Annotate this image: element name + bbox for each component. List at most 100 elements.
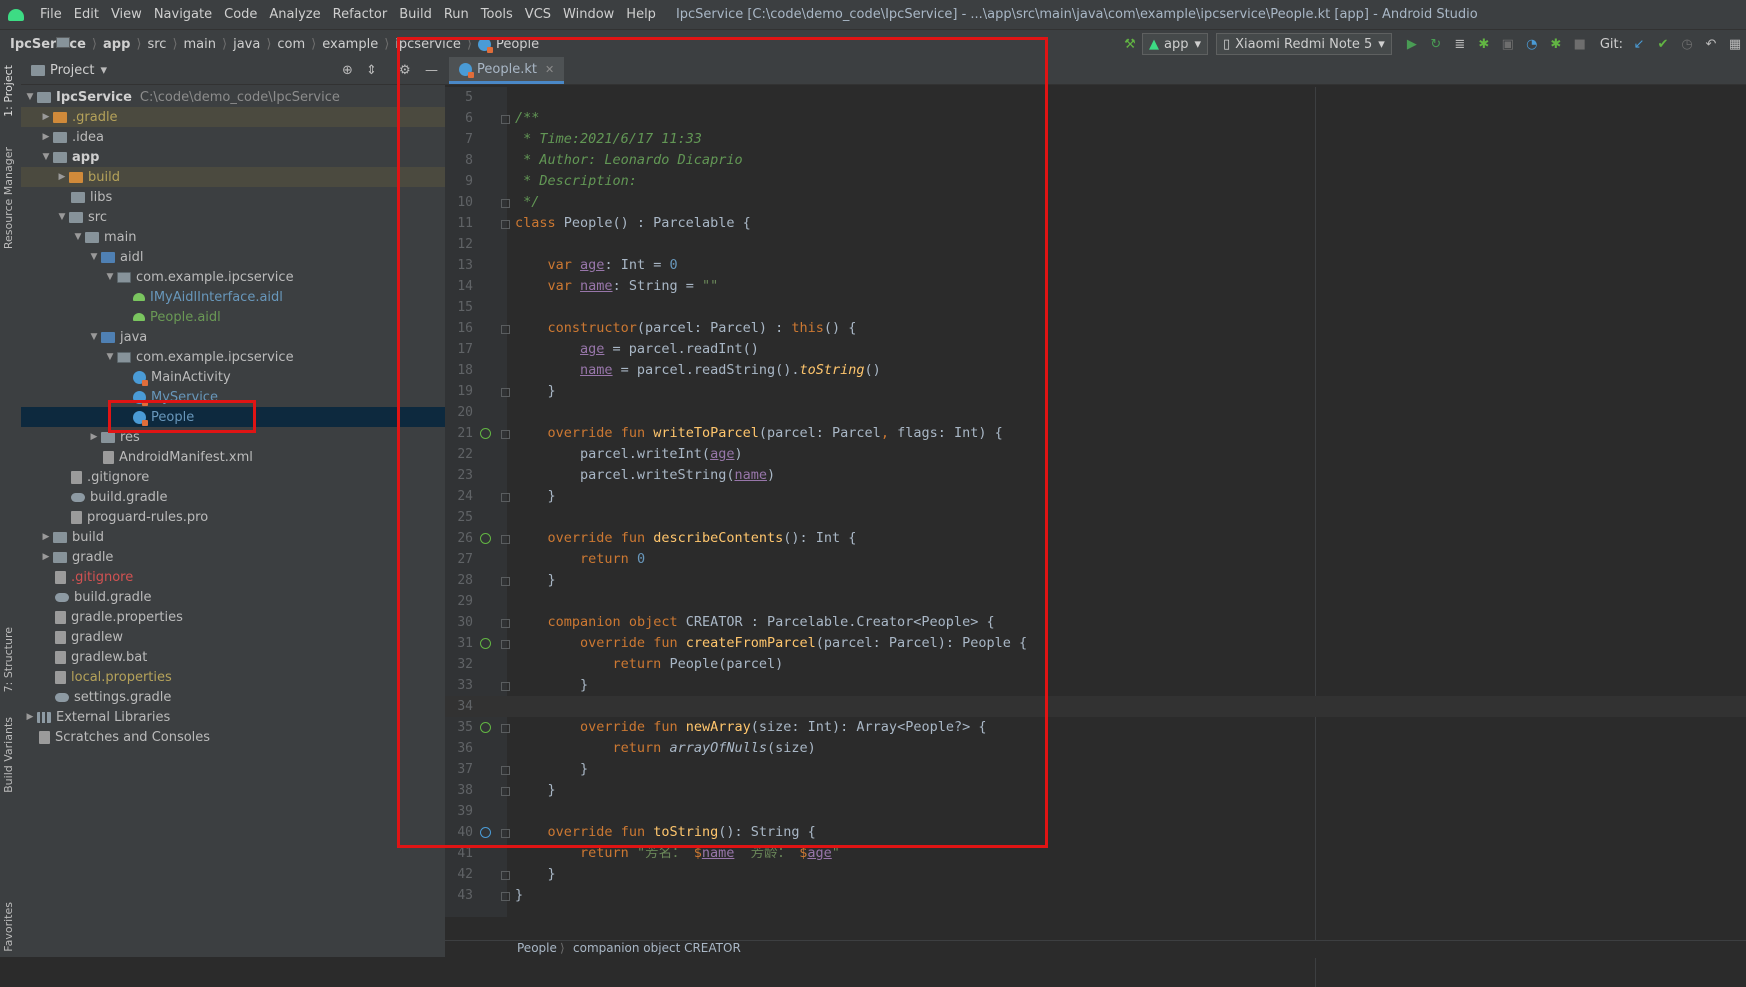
menu-code[interactable]: Code <box>218 7 263 22</box>
tab-favorites[interactable]: Favorites <box>2 902 15 952</box>
tree-item[interactable]: gradlew <box>21 627 445 647</box>
run-config-dropdown[interactable]: ▲ app ▾ <box>1141 33 1208 55</box>
tree-item[interactable]: ▼ com.example.ipcservice <box>21 347 445 367</box>
resources-folder-icon <box>101 431 115 443</box>
chevron-down-icon: ▾ <box>1378 36 1385 52</box>
kotlin-class-icon <box>133 370 148 386</box>
breadcrumb-project[interactable]: IpcService <box>6 37 90 52</box>
device-dropdown[interactable]: ▯ Xiaomi Redmi Note 5 ▾ <box>1216 33 1392 55</box>
folder-icon <box>53 551 67 563</box>
menu-analyze[interactable]: Analyze <box>263 7 326 22</box>
line-number: 43 <box>457 888 473 903</box>
menu-build[interactable]: Build <box>393 7 438 22</box>
code-text: } <box>515 866 556 882</box>
menu-navigate[interactable]: Navigate <box>148 7 218 22</box>
menu-refactor[interactable]: Refactor <box>327 7 394 22</box>
properties-file-icon <box>55 610 66 624</box>
apply-code-changes-icon[interactable]: ≣ <box>1451 35 1469 53</box>
tree-item[interactable]: MainActivity <box>21 367 445 387</box>
tree-item[interactable]: settings.gradle <box>21 687 445 707</box>
highlight-box-editor <box>397 37 1048 848</box>
folder-icon <box>101 331 115 343</box>
tree-item[interactable]: ▼ java <box>21 327 445 347</box>
breadcrumb-example[interactable]: example <box>56 37 382 52</box>
chevron-down-icon[interactable]: ▾ <box>100 63 107 78</box>
tree-item[interactable]: .gitignore <box>21 467 445 487</box>
tree-item[interactable]: ▶ gradle <box>21 547 445 567</box>
line-number: 42 <box>457 867 473 882</box>
tab-build-variants[interactable]: Build Variants <box>2 717 15 793</box>
tree-item[interactable]: proguard-rules.pro <box>21 507 445 527</box>
tree-item[interactable]: ▶ build <box>21 167 445 187</box>
tree-item[interactable]: AndroidManifest.xml <box>21 447 445 467</box>
tree-item[interactable]: libs <box>21 187 445 207</box>
tree-item[interactable]: build.gradle <box>21 587 445 607</box>
git-commit-icon[interactable]: ✔ <box>1654 35 1672 53</box>
breadcrumb-app[interactable]: app <box>56 37 134 52</box>
tree-item[interactable]: local.properties <box>21 667 445 687</box>
stop-icon[interactable]: ■ <box>1571 35 1589 53</box>
menu-window[interactable]: Window <box>557 7 620 22</box>
tree-item[interactable]: ▶ External Libraries <box>21 707 445 727</box>
breadcrumb-com[interactable]: com <box>56 37 309 52</box>
menu-tools[interactable]: Tools <box>475 7 519 22</box>
profile-icon[interactable]: ◔ <box>1523 35 1541 53</box>
tree-item[interactable]: .gitignore <box>21 567 445 587</box>
menu-vcs[interactable]: VCS <box>519 7 557 22</box>
breadcrumb-main[interactable]: main <box>56 37 220 52</box>
tree-item[interactable]: ▼ src <box>21 207 445 227</box>
tree-item[interactable]: build.gradle <box>21 487 445 507</box>
tree-item[interactable]: ▼ IpcService C:\code\demo_code\IpcService <box>21 87 445 107</box>
folder-icon <box>56 37 70 48</box>
tree-item[interactable]: ▶ .gradle <box>21 107 445 127</box>
locate-icon[interactable]: ⊕ <box>342 63 353 78</box>
project-panel-header: Project ▾ ⊕ ⇕ ⚙ — <box>21 57 445 85</box>
git-update-icon[interactable]: ↙ <box>1630 35 1648 53</box>
tree-item[interactable]: Scratches and Consoles <box>21 727 445 747</box>
hammer-icon[interactable]: ⚒ <box>1121 35 1139 53</box>
code-line[interactable]: 43} <box>445 885 1746 906</box>
tree-item[interactable]: ▶ build <box>21 527 445 547</box>
project-view-dropdown[interactable]: Project <box>50 63 94 78</box>
tree-item[interactable]: ▼ com.example.ipcservice <box>21 267 445 287</box>
run-icon[interactable]: ▶ <box>1403 35 1421 53</box>
apply-changes-icon[interactable]: ↻ <box>1427 35 1445 53</box>
tab-project[interactable]: 1: Project <box>2 65 15 117</box>
fold-marker-icon[interactable] <box>501 871 510 880</box>
tree-item[interactable]: People.aidl <box>21 307 445 327</box>
folder-icon <box>71 191 85 203</box>
menu-edit[interactable]: Edit <box>68 7 105 22</box>
tree-item[interactable]: gradle.properties <box>21 607 445 627</box>
menu-run[interactable]: Run <box>438 7 475 22</box>
tree-item[interactable]: ▼ aidl <box>21 247 445 267</box>
menu-help[interactable]: Help <box>620 7 662 22</box>
tab-resource-manager[interactable]: Resource Manager <box>2 147 15 249</box>
tree-item[interactable]: IMyAidlInterface.aidl <box>21 287 445 307</box>
tree-item[interactable]: gradlew.bat <box>21 647 445 667</box>
android-studio-logo-icon <box>8 8 24 21</box>
debug-icon[interactable]: ✱ <box>1475 35 1493 53</box>
tab-structure[interactable]: 7: Structure <box>2 627 15 692</box>
editor-breadcrumb-bar: People ⟩ companion object CREATOR <box>445 940 1746 958</box>
git-history-icon[interactable]: ◷ <box>1678 35 1696 53</box>
project-structure-icon[interactable]: ▦ <box>1726 35 1744 53</box>
menu-file[interactable]: File <box>34 7 68 22</box>
coverage-icon[interactable]: ✱ <box>1547 35 1565 53</box>
attach-debugger-icon[interactable]: ▣ <box>1499 35 1517 53</box>
breadcrumb-src[interactable]: src <box>56 37 170 52</box>
menu-view[interactable]: View <box>105 7 148 22</box>
project-panel: Project ▾ ⊕ ⇕ ⚙ — ▼ IpcService C:\code\dem… <box>21 57 445 957</box>
tree-item[interactable]: ▶ .idea <box>21 127 445 147</box>
tree-item[interactable]: ▼ app <box>21 147 445 167</box>
code-line[interactable]: 42 } <box>445 864 1746 885</box>
rollback-icon[interactable]: ↶ <box>1702 35 1720 53</box>
collapse-all-icon[interactable]: ⇕ <box>366 63 377 78</box>
libraries-icon <box>37 711 51 723</box>
gradle-icon <box>55 592 69 602</box>
status-crumb-class[interactable]: People <box>517 941 557 955</box>
status-crumb-member[interactable]: companion object CREATOR <box>573 941 741 955</box>
project-folder-icon <box>37 91 51 103</box>
tree-item[interactable]: ▼ main <box>21 227 445 247</box>
breadcrumb-java[interactable]: java <box>56 37 264 52</box>
fold-marker-icon[interactable] <box>501 892 510 901</box>
